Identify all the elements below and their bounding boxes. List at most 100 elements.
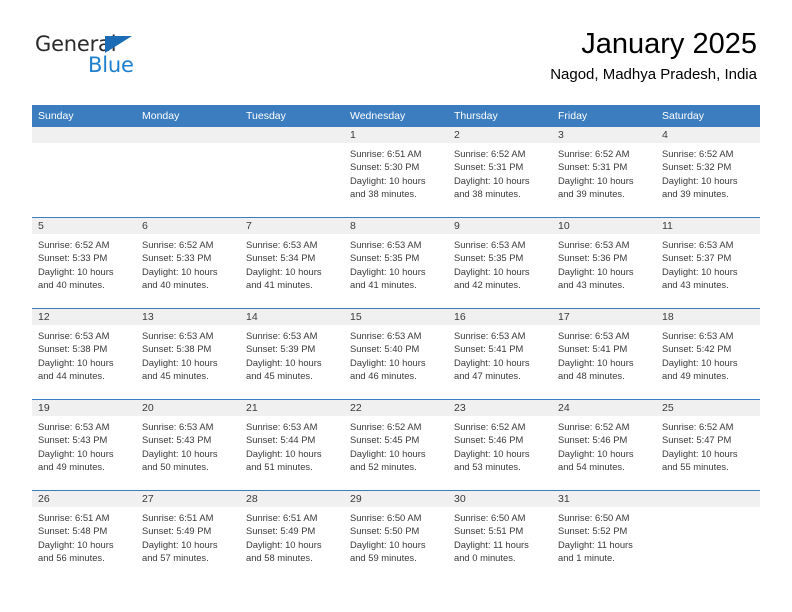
calendar-day-cell[interactable]: 6 Sunrise: 6:52 AM Sunset: 5:33 PM Daylight… — [136, 217, 240, 309]
daylight-text-line2: and 42 minutes. — [454, 279, 521, 291]
calendar-day-cell[interactable]: 9 Sunrise: 6:53 AM Sunset: 5:35 PM Daylight… — [448, 217, 552, 309]
sunrise-text: Sunrise: 6:52 AM — [662, 421, 734, 432]
daylight-text-line2: and 0 minutes. — [454, 552, 516, 564]
day-number: 5 — [32, 218, 136, 234]
daylight-text-line2: and 46 minutes. — [350, 370, 417, 382]
day-number: 4 — [656, 127, 760, 143]
calendar-day-cell[interactable]: 19 Sunrise: 6:53 AM Sunset: 5:43 PM Dayligh… — [32, 399, 136, 491]
calendar-day-cell[interactable]: 29 Sunrise: 6:50 AM Sunset: 5:50 PM Dayligh… — [344, 490, 448, 581]
calendar-day-cell[interactable]: 31 Sunrise: 6:50 AM Sunset: 5:52 PM Dayligh… — [552, 490, 656, 581]
calendar-day-cell[interactable]: 23 Sunrise: 6:52 AM Sunset: 5:46 PM Dayligh… — [448, 399, 552, 491]
day-details: Sunrise: 6:52 AM Sunset: 5:31 PM Daylight:… — [552, 143, 656, 200]
calendar-day-cell[interactable]: 12 Sunrise: 6:53 AM Sunset: 5:38 PM Dayligh… — [32, 308, 136, 400]
sunrise-text: Sunrise: 6:51 AM — [246, 512, 318, 523]
sunset-text: Sunset: 5:34 PM — [246, 252, 316, 264]
sunrise-text: Sunrise: 6:52 AM — [350, 421, 422, 432]
day-number: 12 — [32, 309, 136, 325]
calendar-day-cell[interactable]: 17 Sunrise: 6:53 AM Sunset: 5:41 PM Dayligh… — [552, 308, 656, 400]
daylight-text-line1: Daylight: 10 hours — [142, 447, 218, 459]
daylight-text-line2: and 50 minutes. — [142, 461, 209, 473]
calendar-day-cell[interactable]: 13 Sunrise: 6:53 AM Sunset: 5:38 PM Dayligh… — [136, 308, 240, 400]
calendar-day-cell[interactable]: 16 Sunrise: 6:53 AM Sunset: 5:41 PM Dayligh… — [448, 308, 552, 400]
sunrise-text: Sunrise: 6:53 AM — [558, 239, 630, 250]
calendar-cell-empty — [240, 127, 344, 218]
day-details: Sunrise: 6:50 AM Sunset: 5:51 PM Daylight:… — [448, 507, 552, 564]
calendar-day-cell[interactable]: 4 Sunrise: 6:52 AM Sunset: 5:32 PM Daylight… — [656, 127, 760, 218]
sunset-text: Sunset: 5:33 PM — [38, 252, 108, 264]
calendar-day-cell[interactable]: 11 Sunrise: 6:53 AM Sunset: 5:37 PM Dayligh… — [656, 217, 760, 309]
calendar-day-cell[interactable]: 25 Sunrise: 6:52 AM Sunset: 5:47 PM Dayligh… — [656, 399, 760, 491]
daylight-text-line2: and 56 minutes. — [38, 552, 105, 564]
daylight-text-line2: and 38 minutes. — [350, 188, 417, 200]
day-number — [32, 127, 136, 143]
daylight-text-line2: and 45 minutes. — [246, 370, 313, 382]
sunset-text: Sunset: 5:43 PM — [38, 434, 108, 446]
day-number: 1 — [344, 127, 448, 143]
daylight-text-line2: and 38 minutes. — [454, 188, 521, 200]
day-number: 21 — [240, 400, 344, 416]
sunset-text: Sunset: 5:50 PM — [350, 525, 420, 537]
calendar-week-row: 12 Sunrise: 6:53 AM Sunset: 5:38 PM Dayligh… — [32, 308, 760, 400]
calendar-day-cell[interactable]: 2 Sunrise: 6:52 AM Sunset: 5:31 PM Daylight… — [448, 127, 552, 218]
daylight-text-line1: Daylight: 10 hours — [662, 356, 738, 368]
day-number — [136, 127, 240, 143]
logo-text-blue: Blue — [88, 53, 134, 77]
calendar-day-cell[interactable]: 5 Sunrise: 6:52 AM Sunset: 5:33 PM Daylight… — [32, 217, 136, 309]
calendar-day-cell[interactable]: 22 Sunrise: 6:52 AM Sunset: 5:45 PM Dayligh… — [344, 399, 448, 491]
day-number: 30 — [448, 491, 552, 507]
calendar-day-cell[interactable]: 30 Sunrise: 6:50 AM Sunset: 5:51 PM Dayligh… — [448, 490, 552, 581]
sunset-text: Sunset: 5:42 PM — [662, 343, 732, 355]
daylight-text-line2: and 49 minutes. — [662, 370, 729, 382]
weekday-header-thursday: Thursday — [448, 105, 552, 127]
calendar-day-cell[interactable]: 27 Sunrise: 6:51 AM Sunset: 5:49 PM Dayligh… — [136, 490, 240, 581]
sunset-text: Sunset: 5:49 PM — [246, 525, 316, 537]
day-number: 22 — [344, 400, 448, 416]
sunrise-text: Sunrise: 6:53 AM — [350, 239, 422, 250]
calendar-day-cell[interactable]: 7 Sunrise: 6:53 AM Sunset: 5:34 PM Daylight… — [240, 217, 344, 309]
day-number — [240, 127, 344, 143]
calendar-day-cell[interactable]: 10 Sunrise: 6:53 AM Sunset: 5:36 PM Dayligh… — [552, 217, 656, 309]
calendar-day-cell[interactable]: 20 Sunrise: 6:53 AM Sunset: 5:43 PM Dayligh… — [136, 399, 240, 491]
day-number: 10 — [552, 218, 656, 234]
day-details: Sunrise: 6:53 AM Sunset: 5:42 PM Daylight:… — [656, 325, 760, 382]
calendar-cell-empty — [656, 490, 760, 581]
day-details: Sunrise: 6:53 AM Sunset: 5:38 PM Daylight:… — [136, 325, 240, 382]
day-details: Sunrise: 6:51 AM Sunset: 5:48 PM Daylight:… — [32, 507, 136, 564]
daylight-text-line2: and 41 minutes. — [246, 279, 313, 291]
sunset-text: Sunset: 5:36 PM — [558, 252, 628, 264]
calendar-day-cell[interactable]: 18 Sunrise: 6:53 AM Sunset: 5:42 PM Dayligh… — [656, 308, 760, 400]
day-number: 18 — [656, 309, 760, 325]
day-details: Sunrise: 6:53 AM Sunset: 5:41 PM Daylight:… — [552, 325, 656, 382]
calendar-day-cell[interactable]: 14 Sunrise: 6:53 AM Sunset: 5:39 PM Dayligh… — [240, 308, 344, 400]
sunrise-text: Sunrise: 6:51 AM — [142, 512, 214, 523]
calendar-day-cell[interactable]: 8 Sunrise: 6:53 AM Sunset: 5:35 PM Daylight… — [344, 217, 448, 309]
daylight-text-line1: Daylight: 10 hours — [350, 538, 426, 550]
day-number: 9 — [448, 218, 552, 234]
daylight-text-line1: Daylight: 10 hours — [246, 538, 322, 550]
day-number — [656, 491, 760, 507]
day-details: Sunrise: 6:53 AM Sunset: 5:35 PM Daylight:… — [448, 234, 552, 291]
daylight-text-line2: and 53 minutes. — [454, 461, 521, 473]
calendar-week-row: 26 Sunrise: 6:51 AM Sunset: 5:48 PM Dayligh… — [32, 490, 760, 581]
calendar-day-cell[interactable]: 26 Sunrise: 6:51 AM Sunset: 5:48 PM Dayligh… — [32, 490, 136, 581]
daylight-text-line2: and 40 minutes. — [38, 279, 105, 291]
calendar-day-cell[interactable]: 21 Sunrise: 6:53 AM Sunset: 5:44 PM Dayligh… — [240, 399, 344, 491]
day-details: Sunrise: 6:52 AM Sunset: 5:32 PM Daylight:… — [656, 143, 760, 200]
weekday-header-friday: Friday — [552, 105, 656, 127]
day-number: 7 — [240, 218, 344, 234]
calendar-day-cell[interactable]: 24 Sunrise: 6:52 AM Sunset: 5:46 PM Dayligh… — [552, 399, 656, 491]
calendar-cell-empty — [32, 127, 136, 218]
daylight-text-line2: and 59 minutes. — [350, 552, 417, 564]
daylight-text-line1: Daylight: 10 hours — [246, 265, 322, 277]
sunset-text: Sunset: 5:44 PM — [246, 434, 316, 446]
calendar-day-cell[interactable]: 15 Sunrise: 6:53 AM Sunset: 5:40 PM Dayligh… — [344, 308, 448, 400]
sunrise-text: Sunrise: 6:53 AM — [246, 330, 318, 341]
calendar-day-cell[interactable]: 28 Sunrise: 6:51 AM Sunset: 5:49 PM Dayligh… — [240, 490, 344, 581]
calendar-day-cell[interactable]: 1 Sunrise: 6:51 AM Sunset: 5:30 PM Daylight… — [344, 127, 448, 218]
sunset-text: Sunset: 5:33 PM — [142, 252, 212, 264]
general-blue-logo[interactable]: General Blue — [35, 34, 215, 90]
calendar-day-cell[interactable]: 3 Sunrise: 6:52 AM Sunset: 5:31 PM Daylight… — [552, 127, 656, 218]
sunset-text: Sunset: 5:49 PM — [142, 525, 212, 537]
sunset-text: Sunset: 5:46 PM — [454, 434, 524, 446]
day-number: 25 — [656, 400, 760, 416]
